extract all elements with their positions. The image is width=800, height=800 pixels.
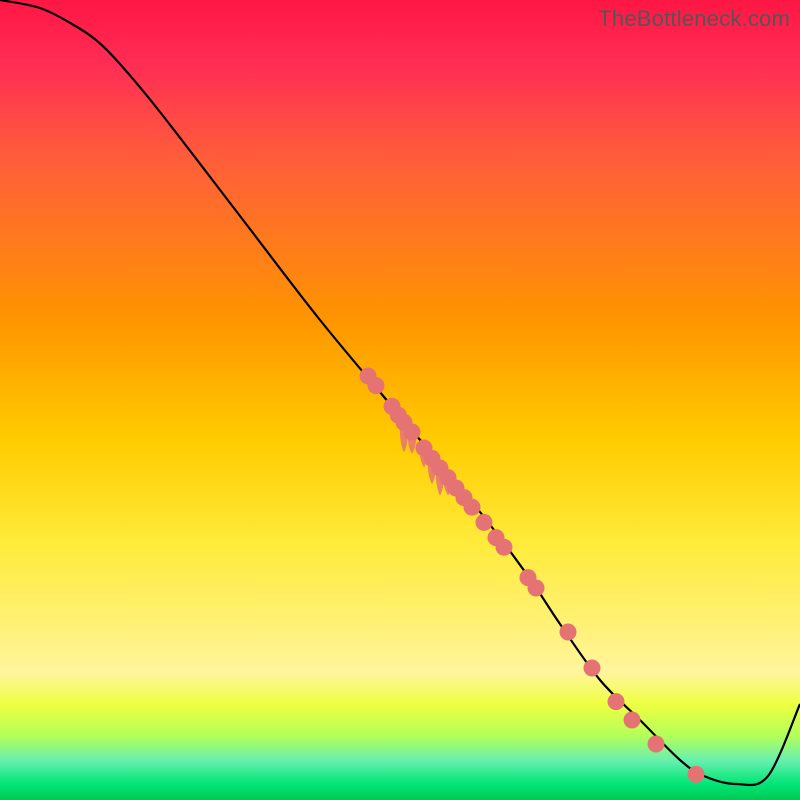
data-point	[624, 712, 641, 729]
data-point	[368, 377, 385, 394]
data-point	[404, 424, 421, 441]
plot-svg	[0, 0, 800, 800]
data-points-group	[360, 368, 705, 783]
data-point	[584, 660, 601, 677]
data-point	[476, 514, 493, 531]
data-point	[560, 624, 577, 641]
data-point	[688, 766, 705, 783]
data-point	[528, 580, 545, 597]
data-point	[648, 736, 665, 753]
chart-container: TheBottleneck.com	[0, 0, 800, 800]
data-point	[464, 499, 481, 516]
bottleneck-curve	[0, 0, 800, 785]
data-point	[608, 693, 625, 710]
data-point	[496, 539, 513, 556]
watermark-text: TheBottleneck.com	[598, 6, 790, 32]
